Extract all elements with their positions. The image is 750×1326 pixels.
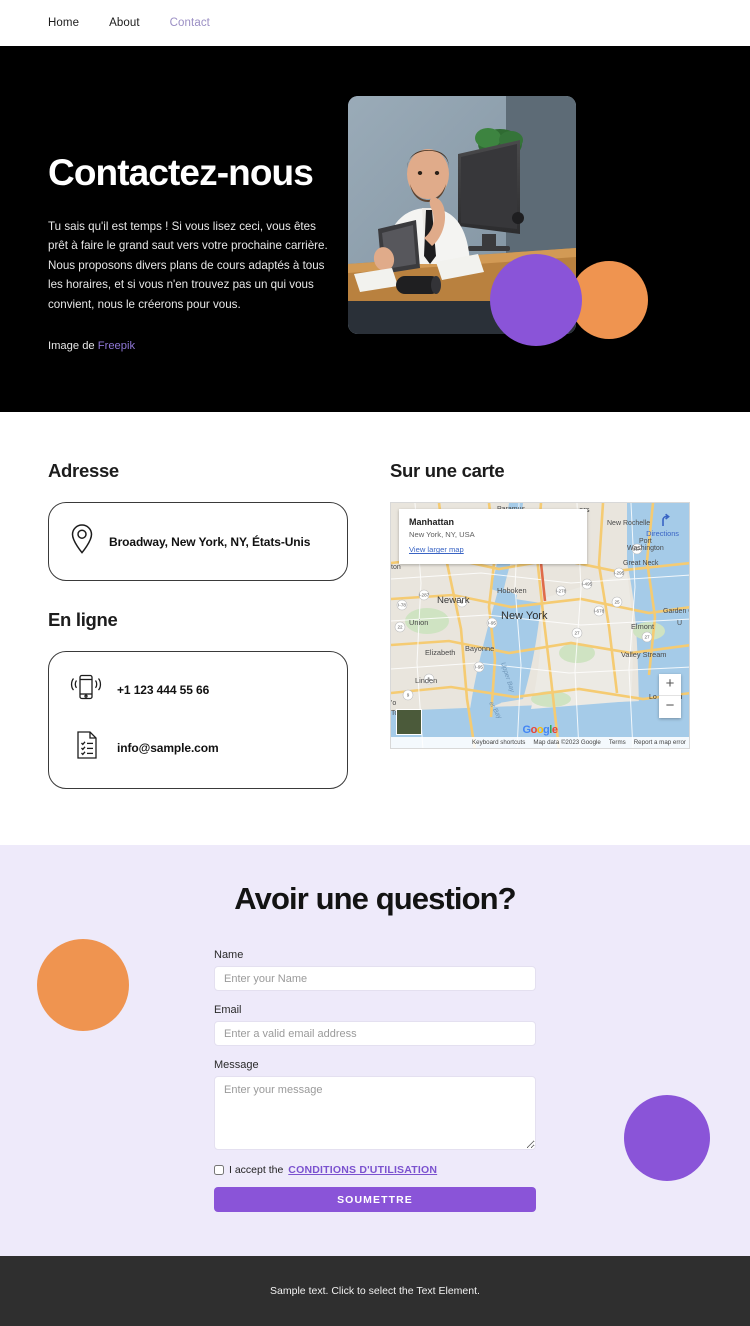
- svg-text:I-287: I-287: [419, 593, 430, 598]
- map-zoom-controls[interactable]: + −: [659, 674, 681, 719]
- main-navigation: Home About Contact: [0, 0, 750, 46]
- map-terms-link[interactable]: Terms: [609, 739, 626, 746]
- svg-text:New York: New York: [501, 610, 548, 622]
- svg-text:Union: Union: [409, 618, 428, 627]
- image-credit-prefix: Image de: [48, 340, 98, 353]
- svg-text:Lo: Lo: [649, 694, 657, 701]
- phone-value: +1 123 444 55 66: [117, 682, 210, 697]
- address-row: Broadway, New York, NY, États-Unis: [69, 523, 327, 560]
- svg-text:I-95: I-95: [488, 621, 496, 626]
- svg-text:I-95: I-95: [475, 665, 483, 670]
- svg-text:9: 9: [407, 693, 410, 698]
- svg-text:I-678: I-678: [594, 609, 605, 614]
- svg-text:New Rochelle: New Rochelle: [607, 520, 650, 527]
- svg-text:ton: ton: [391, 564, 401, 571]
- svg-text:Port: Port: [639, 538, 652, 545]
- svg-text:Garden C: Garden C: [663, 608, 690, 615]
- map-heading: Sur une carte: [390, 460, 505, 482]
- address-card: Broadway, New York, NY, États-Unis: [48, 502, 348, 582]
- map-place-title: Manhattan: [409, 517, 454, 528]
- message-textarea[interactable]: [214, 1076, 536, 1151]
- mobile-phone-icon: [69, 672, 103, 707]
- contact-form: Name Email Message I accept the CONDITIO…: [214, 949, 536, 1213]
- svg-text:I-278: I-278: [556, 589, 567, 594]
- email-input[interactable]: [214, 1021, 536, 1047]
- svg-text:'o: 'o: [391, 700, 396, 707]
- address-heading: Adresse: [48, 460, 119, 482]
- svg-text:I-495: I-495: [582, 582, 593, 587]
- name-input[interactable]: [214, 966, 536, 992]
- online-heading: En ligne: [48, 609, 118, 631]
- name-label: Name: [214, 949, 244, 962]
- online-card: +1 123 444 55 66 info@sample.com: [48, 651, 348, 790]
- google-logo: Google: [522, 724, 558, 737]
- submit-button[interactable]: SOUMETTRE: [214, 1187, 536, 1213]
- contact-details-column: Adresse Broadway, New York, NY, États-Un…: [48, 460, 348, 790]
- map-info-card: Manhattan New York, NY, USA View larger …: [399, 509, 587, 565]
- google-map-embed[interactable]: I-287 9 I-78 22 I-95 I-95 9 1 I-278 I-49…: [390, 502, 690, 750]
- svg-text:25: 25: [614, 600, 620, 605]
- hero-text-block: Contactez-nous Tu sais qu'il est temps !…: [48, 96, 348, 352]
- svg-text:Newark: Newark: [437, 595, 470, 606]
- map-directions-button[interactable]: Directions: [646, 513, 679, 538]
- svg-text:Linden: Linden: [415, 676, 437, 685]
- nav-item-contact[interactable]: Contact: [170, 17, 210, 29]
- accept-terms-text: I accept the: [229, 1164, 284, 1177]
- nav-item-about[interactable]: About: [109, 17, 140, 29]
- footer-text: Sample text. Click to select the Text El…: [270, 1285, 480, 1298]
- location-pin-icon: [69, 523, 95, 560]
- email-value: info@sample.com: [117, 740, 219, 755]
- document-list-icon: [69, 729, 103, 766]
- map-place-subtitle: New York, NY, USA: [409, 530, 475, 540]
- svg-text:I-295: I-295: [614, 571, 625, 576]
- freepik-link[interactable]: Freepik: [98, 340, 135, 352]
- map-data-credit: Map data ©2023 Google: [533, 739, 601, 747]
- svg-text:Elmont: Elmont: [631, 622, 654, 631]
- svg-text:Elizabeth: Elizabeth: [425, 648, 455, 657]
- address-value: Broadway, New York, NY, États-Unis: [109, 534, 311, 549]
- form-title: Avoir une question?: [234, 881, 516, 917]
- form-orange-circle: [37, 939, 129, 1032]
- nav-item-home[interactable]: Home: [48, 17, 79, 29]
- svg-text:Hoboken: Hoboken: [497, 586, 527, 595]
- svg-text:22: 22: [397, 625, 403, 630]
- svg-text:27: 27: [574, 631, 580, 636]
- image-credit: Image de Freepik: [48, 340, 348, 352]
- svg-text:I-78: I-78: [398, 603, 406, 608]
- directions-arrow-icon: [661, 513, 670, 527]
- page-footer: Sample text. Click to select the Text El…: [0, 1256, 750, 1326]
- contact-info-section: Adresse Broadway, New York, NY, États-Un…: [0, 412, 750, 846]
- map-satellite-thumbnail[interactable]: [396, 709, 422, 736]
- map-zoom-in-button[interactable]: +: [659, 674, 681, 697]
- email-row: info@sample.com: [69, 729, 327, 766]
- question-form-section: Avoir une question? Name Email Message I…: [0, 845, 750, 1257]
- hero-media-block: [348, 96, 702, 352]
- svg-text:Washington: Washington: [627, 545, 664, 552]
- map-directions-label: Directions: [646, 529, 679, 539]
- form-purple-circle: [624, 1095, 710, 1182]
- terms-acceptance-row: I accept the CONDITIONS D'UTILISATION: [214, 1164, 536, 1176]
- page-root: Home About Contact Contactez-nous Tu sai…: [0, 0, 750, 1326]
- map-report-error-link[interactable]: Report a map error: [634, 739, 686, 746]
- hero-section: Contactez-nous Tu sais qu'il est temps !…: [0, 46, 750, 413]
- map-zoom-out-button[interactable]: −: [659, 696, 681, 718]
- svg-text:Valley Stream: Valley Stream: [621, 650, 666, 659]
- svg-text:27: 27: [644, 635, 650, 640]
- phone-row: +1 123 444 55 66: [69, 672, 327, 707]
- terms-of-use-link[interactable]: CONDITIONS D'UTILISATION: [288, 1164, 437, 1176]
- svg-text:Great Neck: Great Neck: [623, 560, 659, 567]
- map-keyboard-shortcuts[interactable]: Keyboard shortcuts: [472, 739, 525, 746]
- message-label: Message: [214, 1059, 259, 1072]
- page-title: Contactez-nous: [48, 152, 314, 193]
- map-column: Sur une carte I-287 9 I-78 22 I-95 I-95 …: [390, 460, 692, 789]
- hero-purple-circle: [490, 254, 582, 346]
- hero-description: Tu sais qu'il est temps ! Si vous lisez …: [48, 219, 328, 311]
- map-attribution-bar: Keyboard shortcuts Map data ©2023 Google…: [391, 737, 689, 749]
- email-label: Email: [214, 1004, 242, 1017]
- accept-terms-checkbox[interactable]: [214, 1165, 224, 1176]
- svg-text:Bayonne: Bayonne: [465, 644, 494, 653]
- view-larger-map-link[interactable]: View larger map: [409, 545, 464, 554]
- svg-text:U: U: [677, 620, 682, 627]
